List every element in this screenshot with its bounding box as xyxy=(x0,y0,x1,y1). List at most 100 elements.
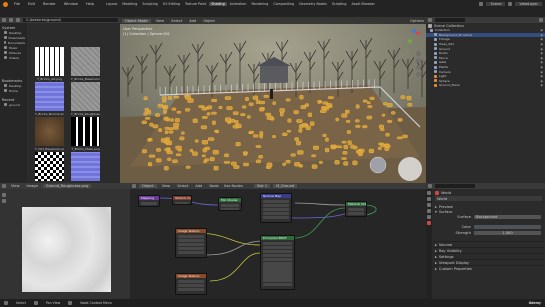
viewport-menu-add[interactable]: Add xyxy=(187,19,198,23)
node-socket-field[interactable] xyxy=(263,274,292,278)
node-socket-field[interactable] xyxy=(263,215,289,220)
menu-window[interactable]: Window xyxy=(62,2,80,6)
annotate-tool-icon[interactable] xyxy=(2,199,6,203)
navigation-gizmo[interactable] xyxy=(406,29,422,45)
world-tab-icon[interactable] xyxy=(427,221,431,225)
viewport-menu-object[interactable]: Object xyxy=(201,19,217,23)
sidebar-item-ground[interactable]: ground xyxy=(0,102,27,107)
visibility-eye-icon[interactable]: ◉ xyxy=(540,70,543,74)
menu-render[interactable]: Render xyxy=(41,2,58,6)
section-custom-properties[interactable]: ▸ Custom Properties xyxy=(433,265,544,271)
view-layer-label[interactable]: ViewLayer xyxy=(515,2,542,6)
workspace-tab-rendering[interactable]: Rendering xyxy=(249,2,270,6)
workspace-tab-animation[interactable]: Animation xyxy=(228,2,249,6)
node-socket-field[interactable] xyxy=(263,278,292,282)
visibility-eye-icon[interactable]: ◉ xyxy=(540,56,543,60)
menu-file[interactable]: File xyxy=(12,2,22,6)
node-header[interactable]: Material Output xyxy=(346,202,366,206)
file-thumbnail[interactable]: T_Dirt_Rough.png xyxy=(35,152,64,187)
node-socket-field[interactable] xyxy=(178,250,204,255)
workspace-tab-texture-paint[interactable]: Texture Paint xyxy=(183,2,208,6)
workspace-tab-sculpting[interactable]: Sculpting xyxy=(140,2,159,6)
menu-edit[interactable]: Edit xyxy=(26,2,37,6)
outliner-item[interactable]: Ground_Plane ◉ xyxy=(426,83,545,88)
sample-tool-icon[interactable] xyxy=(2,193,6,197)
node-socket-field[interactable] xyxy=(221,207,239,210)
node-socket-field[interactable] xyxy=(178,238,204,243)
viewport-menu-select[interactable]: Select xyxy=(169,19,184,23)
file-path-field[interactable]: C:\textures\ground\ xyxy=(23,18,118,22)
gizmo-z-icon[interactable] xyxy=(412,29,416,33)
visibility-eye-icon[interactable]: ◉ xyxy=(540,51,543,55)
shader-node[interactable]: Image Texture xyxy=(175,228,207,258)
scene-label[interactable]: Scene xyxy=(486,2,506,6)
visibility-eye-icon[interactable]: ◉ xyxy=(540,79,543,83)
image-menu-view[interactable]: View xyxy=(9,184,22,188)
shader-node[interactable]: Normal Map xyxy=(260,193,292,223)
surface-shader-field[interactable]: Background xyxy=(474,215,541,219)
shader-node[interactable]: Mix Shader xyxy=(218,197,242,211)
display-mode-icon[interactable] xyxy=(428,18,432,22)
output-tab-icon[interactable] xyxy=(427,203,431,207)
zoom-icon[interactable] xyxy=(416,51,421,56)
file-thumbnail[interactable]: T_Dirt_BaseColor.png xyxy=(35,117,64,152)
workspace-tab-shading[interactable]: Shading xyxy=(209,2,227,6)
shader-node[interactable]: Mapping xyxy=(138,195,160,207)
file-thumbnail[interactable]: T_Dirt_Normal.png xyxy=(71,152,100,187)
node-socket-field[interactable] xyxy=(178,283,204,288)
editor-type-icon[interactable] xyxy=(2,184,6,188)
visibility-eye-icon[interactable]: ◉ xyxy=(540,37,543,41)
workspace-tab-uv-editing[interactable]: UV Editing xyxy=(161,2,182,6)
node-socket-field[interactable] xyxy=(263,245,292,250)
viewport-menu-view[interactable]: View xyxy=(154,19,167,23)
viewport-3d[interactable]: Object Mode View Select Add Object Optio… xyxy=(120,17,426,183)
visibility-eye-icon[interactable]: ◉ xyxy=(540,60,543,64)
pan-hand-icon[interactable] xyxy=(416,58,421,63)
node-socket-field[interactable] xyxy=(263,207,289,212)
workspace-tab-layout[interactable]: Layout xyxy=(104,2,119,6)
world-datablock[interactable]: World xyxy=(435,196,542,201)
menu-help[interactable]: Help xyxy=(84,2,96,6)
node-socket-field[interactable] xyxy=(263,199,289,204)
file-thumbnail[interactable]: T_Bricks_Roughness.png xyxy=(71,82,100,117)
node-socket-field[interactable] xyxy=(263,253,292,258)
tool-tab-icon[interactable] xyxy=(427,191,431,195)
strength-field[interactable]: 1.000 xyxy=(474,231,541,235)
node-socket-field[interactable] xyxy=(263,241,292,246)
node-socket-field[interactable] xyxy=(348,207,364,212)
gizmo-x-icon[interactable] xyxy=(416,31,420,35)
visibility-eye-icon[interactable]: ◉ xyxy=(540,65,543,69)
image-canvas[interactable] xyxy=(22,207,111,292)
node-socket-field[interactable] xyxy=(263,211,289,216)
file-thumbnail[interactable]: T_Bricks_Mask.png xyxy=(71,117,100,152)
visibility-eye-icon[interactable]: ◉ xyxy=(540,33,543,37)
filter-icon[interactable] xyxy=(539,18,543,22)
view-layer-tab-icon[interactable] xyxy=(427,209,431,213)
gizmo-y-icon[interactable] xyxy=(408,39,412,43)
back-arrow-icon[interactable] xyxy=(2,18,6,22)
file-thumbnail[interactable]: T_Bricks_AO.png xyxy=(35,47,64,82)
node-socket-field[interactable] xyxy=(178,234,204,239)
node-socket-field[interactable] xyxy=(178,279,204,284)
workspace-tab-compositing[interactable]: Compositing xyxy=(271,2,296,6)
file-thumbnail[interactable]: T_Bricks_Normal.png xyxy=(35,82,64,117)
node-socket-field[interactable] xyxy=(263,266,292,270)
node-header[interactable]: Texture Coordinate xyxy=(173,196,191,200)
node-socket-field[interactable] xyxy=(178,242,204,247)
node-socket-field[interactable] xyxy=(348,211,364,216)
camera-view-icon[interactable] xyxy=(416,65,421,70)
node-socket-field[interactable] xyxy=(263,203,289,208)
image-menu-image[interactable]: Image xyxy=(25,184,40,188)
node-socket-field[interactable] xyxy=(263,270,292,274)
shader-node[interactable]: Material Output xyxy=(345,201,367,217)
shader-node[interactable]: Image Texture xyxy=(175,273,207,295)
mode-dropdown[interactable]: Object Mode xyxy=(122,18,151,23)
color-field[interactable] xyxy=(474,225,541,229)
scene-tab-icon[interactable] xyxy=(427,215,431,219)
node-header[interactable]: Mix Shader xyxy=(219,198,241,202)
visibility-eye-icon[interactable]: ◉ xyxy=(540,83,543,87)
sidebar-item-home[interactable]: Home xyxy=(0,88,27,93)
workspace-tab-geometry-nodes[interactable]: Geometry Nodes xyxy=(297,2,329,6)
visibility-eye-icon[interactable]: ◉ xyxy=(540,42,543,46)
node-socket-field[interactable] xyxy=(178,246,204,251)
